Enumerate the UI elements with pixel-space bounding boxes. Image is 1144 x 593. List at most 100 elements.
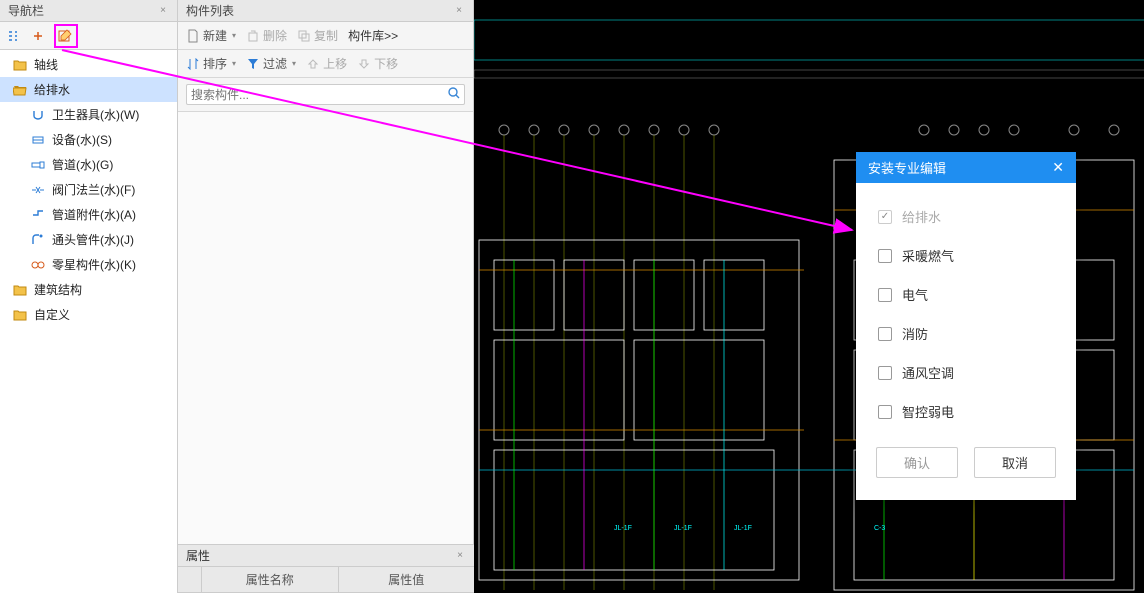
checkbox-row[interactable]: 消防 <box>878 314 1054 353</box>
modal-title: 安装专业编辑 <box>868 158 946 177</box>
checkbox-label: 电气 <box>902 285 928 304</box>
checkbox-label: 通风空调 <box>902 363 954 382</box>
close-icon[interactable]: ✕ <box>1052 159 1064 176</box>
checkbox-label: 采暖燃气 <box>902 246 954 265</box>
search-input[interactable] <box>191 88 448 102</box>
close-icon[interactable]: × <box>453 5 465 17</box>
svg-text:JL-1F: JL-1F <box>674 525 692 532</box>
checkbox[interactable] <box>878 288 892 302</box>
component-toolbar-1: 新建 ▾ 删除 复制 构件库>> <box>178 22 473 50</box>
tree-item-label: 设备(水)(S) <box>52 131 112 148</box>
close-icon[interactable]: × <box>454 550 466 562</box>
filter-button[interactable]: 过滤 ▾ <box>246 55 296 72</box>
property-name-col: 属性名称 <box>202 567 339 592</box>
tree-item-label: 自定义 <box>34 306 70 323</box>
checkbox-row[interactable]: 智控弱电 <box>878 392 1054 431</box>
tree-item[interactable]: 给排水 <box>0 77 177 102</box>
fixture-icon <box>30 108 46 122</box>
nav-panel-title: 导航栏 <box>8 2 44 19</box>
svg-text:C-3: C-3 <box>874 525 885 532</box>
component-panel-title: 构件列表 <box>186 2 234 19</box>
checkbox[interactable] <box>878 405 892 419</box>
checkbox-label: 消防 <box>902 324 928 343</box>
misc-icon <box>30 258 46 272</box>
checkbox-row[interactable]: 电气 <box>878 275 1054 314</box>
tree-item-label: 给排水 <box>34 81 70 98</box>
tree-item[interactable]: 管道(水)(G) <box>0 152 177 177</box>
copy-button[interactable]: 复制 <box>297 27 338 44</box>
tree-item[interactable]: 建筑结构 <box>0 277 177 302</box>
confirm-button[interactable]: 确认 <box>876 447 958 478</box>
nav-tree[interactable]: 轴线给排水卫生器具(水)(W) 设备(水)(S) 管道(水)(G) 阀门法兰(水)(F… <box>0 50 177 593</box>
tree-item-label: 卫生器具(水)(W) <box>52 106 139 123</box>
properties-panel: 属性 × 属性名称 属性值 <box>178 544 474 593</box>
close-icon[interactable]: × <box>157 5 169 17</box>
svg-text:JL-1F: JL-1F <box>734 525 752 532</box>
property-value-col: 属性值 <box>339 567 475 592</box>
nav-toolbar <box>0 22 177 50</box>
folder-icon <box>12 308 28 322</box>
cancel-button[interactable]: 取消 <box>974 447 1056 478</box>
tree-item[interactable]: 设备(水)(S) <box>0 127 177 152</box>
checkbox[interactable] <box>878 327 892 341</box>
joint-icon <box>30 233 46 247</box>
component-list-body[interactable] <box>178 112 473 544</box>
expand-icon[interactable] <box>30 28 46 44</box>
search-icon[interactable] <box>448 87 460 102</box>
arrow-up-icon <box>306 57 320 71</box>
modal-body: ✓给排水采暖燃气电气消防通风空调智控弱电 <box>856 183 1076 439</box>
new-button[interactable]: 新建 ▾ <box>186 27 236 44</box>
tree-item-label: 管道(水)(G) <box>52 156 113 173</box>
valve-icon <box>30 183 46 197</box>
tree-item-label: 管道附件(水)(A) <box>52 206 136 223</box>
checkbox[interactable] <box>878 366 892 380</box>
move-up-button[interactable]: 上移 <box>306 55 347 72</box>
checkbox-row[interactable]: 通风空调 <box>878 353 1054 392</box>
tree-item[interactable]: 轴线 <box>0 52 177 77</box>
tree-item[interactable]: 通头管件(水)(J) <box>0 227 177 252</box>
filter-label: 过滤 <box>263 55 287 72</box>
tree-item[interactable]: 阀门法兰(水)(F) <box>0 177 177 202</box>
tree-item[interactable]: 零星构件(水)(K) <box>0 252 177 277</box>
checkbox[interactable] <box>878 249 892 263</box>
component-toolbar-2: 排序 ▾ 过滤 ▾ 上移 下移 <box>178 50 473 78</box>
folder-icon <box>12 283 28 297</box>
tree-toggle-icon[interactable] <box>6 28 22 44</box>
tree-item[interactable]: 管道附件(水)(A) <box>0 202 177 227</box>
move-down-button[interactable]: 下移 <box>357 55 398 72</box>
properties-panel-header: 属性 × <box>178 545 474 567</box>
component-lib-link[interactable]: 构件库>> <box>348 27 398 44</box>
tree-item[interactable]: 卫生器具(水)(W) <box>0 102 177 127</box>
folder-open-icon <box>12 83 28 97</box>
checkbox: ✓ <box>878 210 892 224</box>
checkbox-row[interactable]: 采暖燃气 <box>878 236 1054 275</box>
middle-column: 构件列表 × 新建 ▾ 删除 复制 构件库>> <box>178 0 474 593</box>
filter-icon <box>246 57 260 71</box>
copy-icon <box>297 29 311 43</box>
sort-icon <box>186 57 200 71</box>
folder-icon <box>12 58 28 72</box>
new-icon <box>186 29 200 43</box>
checkbox-label: 智控弱电 <box>902 402 954 421</box>
chevron-down-icon: ▾ <box>232 31 236 40</box>
modal-title-bar[interactable]: 安装专业编辑 ✕ <box>856 152 1076 183</box>
properties-grid-header: 属性名称 属性值 <box>178 567 474 593</box>
search-box[interactable] <box>186 84 465 105</box>
tree-item[interactable]: 自定义 <box>0 302 177 327</box>
arrow-down-icon <box>357 57 371 71</box>
svg-text:JL-1F: JL-1F <box>614 525 632 532</box>
copy-label: 复制 <box>314 27 338 44</box>
search-wrap <box>178 78 473 112</box>
nav-panel-header: 导航栏 × <box>0 0 177 22</box>
move-up-label: 上移 <box>323 55 347 72</box>
new-label: 新建 <box>203 27 227 44</box>
spec-edit-modal: 安装专业编辑 ✕ ✓给排水采暖燃气电气消防通风空调智控弱电 确认 取消 <box>856 152 1076 500</box>
sort-button[interactable]: 排序 ▾ <box>186 55 236 72</box>
properties-panel-title: 属性 <box>186 547 210 564</box>
nav-panel: 导航栏 × 轴线给排水卫生器具(水)(W) 设备(水)(S) 管道(水)(G) 阀门法… <box>0 0 178 593</box>
edit-spec-button-highlight <box>54 24 78 48</box>
edit-spec-button[interactable] <box>58 28 74 44</box>
modal-footer: 确认 取消 <box>856 439 1076 500</box>
delete-button[interactable]: 删除 <box>246 27 287 44</box>
component-panel-header: 构件列表 × <box>178 0 473 22</box>
